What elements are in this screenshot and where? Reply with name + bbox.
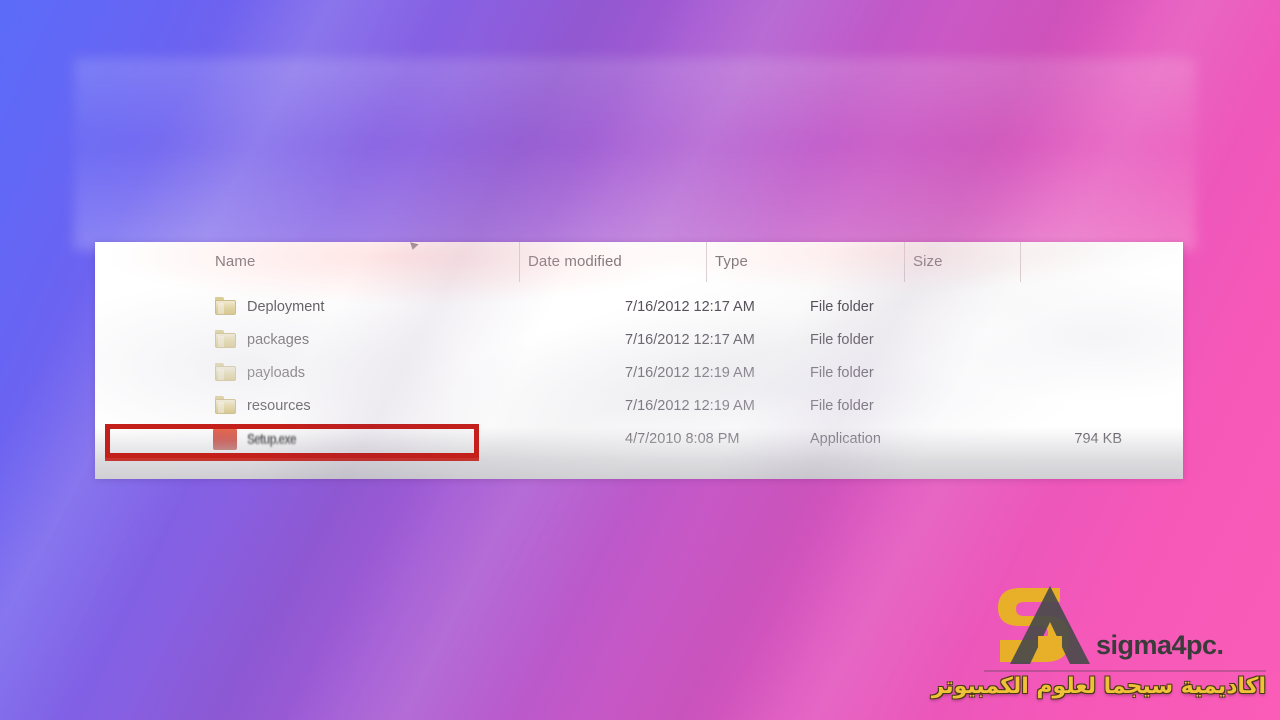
sort-ascending-arrow-icon: [408, 242, 418, 251]
cell-name: packages: [247, 332, 310, 348]
cell-date-modified: 4/7/2010 8:08 PM: [625, 431, 740, 447]
cell-size: 794 KB: [1074, 431, 1122, 447]
column-divider-2[interactable]: [706, 242, 707, 282]
screenshot-canvas: Name Date modified Type Size Deployment …: [0, 0, 1280, 720]
brand-name-arabic: اكاديمية سيجما لعلوم الكمبيوتر: [931, 674, 1266, 699]
folder-icon: [215, 297, 237, 316]
table-row[interactable]: resources 7/16/2012 12:19 AM File folder: [95, 393, 1183, 426]
background-paper-wash: [74, 58, 1196, 250]
cell-date-modified: 7/16/2012 12:17 AM: [625, 299, 755, 315]
column-divider-4[interactable]: [1020, 242, 1021, 282]
cell-type: Application: [810, 431, 881, 447]
cell-date-modified: 7/16/2012 12:19 AM: [625, 365, 755, 381]
folder-icon: [215, 330, 237, 349]
cell-type: File folder: [810, 299, 874, 315]
cell-date-modified: 7/16/2012 12:19 AM: [625, 398, 755, 414]
table-row[interactable]: packages 7/16/2012 12:17 AM File folder: [95, 327, 1183, 360]
table-row[interactable]: payloads 7/16/2012 12:19 AM File folder: [95, 360, 1183, 393]
cell-date-modified: 7/16/2012 12:17 AM: [625, 332, 755, 348]
highlight-rectangle-underline: [105, 455, 479, 461]
column-divider-3[interactable]: [904, 242, 905, 282]
cell-name: payloads: [247, 365, 306, 381]
column-header-date-modified[interactable]: Date modified: [528, 253, 622, 270]
column-header-size[interactable]: Size: [913, 253, 943, 270]
table-row[interactable]: Deployment 7/16/2012 12:17 AM File folde…: [95, 294, 1183, 327]
cell-name: resources: [247, 398, 311, 414]
cell-type: File folder: [810, 332, 874, 348]
cell-type: File folder: [810, 365, 874, 381]
column-divider-1[interactable]: [519, 242, 520, 282]
cell-type: File folder: [810, 398, 874, 414]
folder-icon: [215, 363, 237, 382]
cell-name: Deployment: [247, 299, 325, 315]
sigma4pc-logo-icon: [990, 578, 1098, 676]
brand-name: sigma4pc.: [1096, 630, 1224, 660]
folder-icon: [215, 396, 237, 415]
highlight-rectangle-annotation: [105, 424, 479, 458]
column-header-name[interactable]: Name: [215, 253, 255, 270]
watermark: sigma4pc. اكاديمية سيجما لعلوم الكمبيوتر: [931, 578, 1266, 714]
column-header-type[interactable]: Type: [715, 253, 748, 270]
brand-divider: [984, 670, 1266, 672]
column-header-row: Name Date modified Type Size: [95, 242, 1183, 282]
